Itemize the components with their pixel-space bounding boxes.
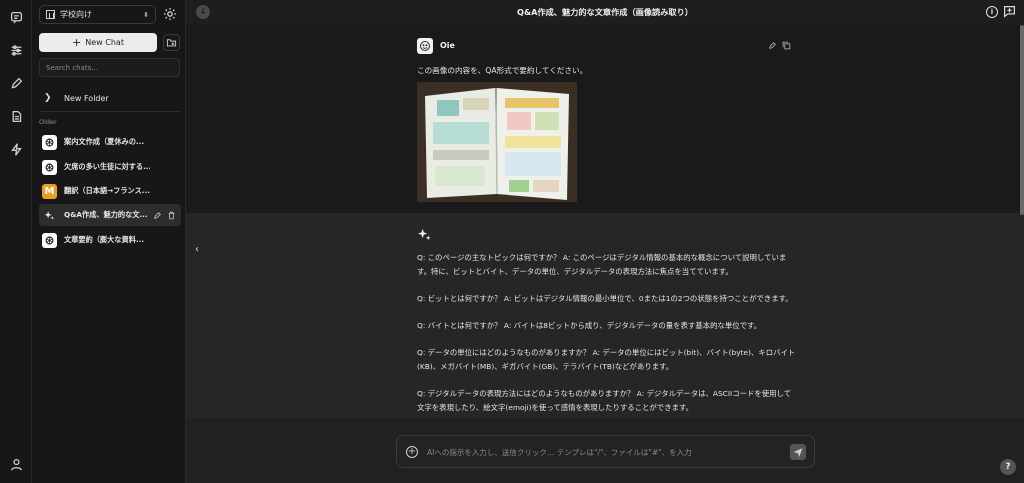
gear-icon[interactable] xyxy=(163,7,178,22)
workspace-label: 学校向け xyxy=(60,10,92,19)
new-chat-label: New Chat xyxy=(85,38,124,47)
message-composer[interactable]: + AIへの指示を入力し、送信クリック… テンプレは"/"、ファイルは"#"、を… xyxy=(396,435,815,468)
chat-icon[interactable] xyxy=(6,7,26,27)
assistant-message-body: Q: このページの主なトピックは何ですか？ A: このページはデジタル情報の基本… xyxy=(417,251,797,428)
chat-item-label: 翻訳（日本語→フランス... xyxy=(64,186,150,195)
user-message-text: この画像の内容を、QA形式で要約してください。 xyxy=(417,66,588,75)
openai-icon xyxy=(42,232,57,248)
updown-icon: ⬍ xyxy=(143,10,149,19)
chat-item-label: 欠席の多い生徒に対する... xyxy=(64,162,150,171)
user-icon[interactable] xyxy=(6,454,26,474)
folder-item[interactable]: ❯ New Folder xyxy=(39,90,180,106)
uploaded-textbook-photo[interactable] xyxy=(417,82,577,202)
section-label: Older xyxy=(39,118,57,126)
chat-item-active[interactable]: Q&A作成、魅力的な文... xyxy=(39,204,181,226)
message-input[interactable]: AIへの指示を入力し、送信クリック… テンプレは"/"、ファイルは"#"、を入力 xyxy=(427,447,692,458)
icon-rail xyxy=(0,0,32,483)
trash-icon[interactable] xyxy=(167,211,176,220)
sparkle-icon xyxy=(42,208,57,223)
divider xyxy=(39,111,180,112)
chat-item[interactable]: 案内文作成（夏休みの... xyxy=(39,131,181,153)
openai-icon xyxy=(42,134,57,150)
new-message-icon[interactable] xyxy=(1003,5,1017,19)
scrollbar[interactable] xyxy=(1020,25,1024,215)
document-icon[interactable] xyxy=(6,106,26,126)
qa-paragraph: Q: データの単位にはどのようなものがありますか？ A: データの単位にはビット… xyxy=(417,348,796,371)
user-name: Oie xyxy=(440,41,455,50)
send-button[interactable] xyxy=(790,444,806,460)
collapse-sidebar-icon[interactable]: ‹ xyxy=(195,244,199,255)
info-icon[interactable]: i xyxy=(986,6,998,18)
edit-icon[interactable] xyxy=(768,41,777,52)
sparkle-icon xyxy=(417,227,432,244)
qa-paragraph: Q: ビットとは何ですか？ A: ビットはデジタル情報の最小単位で、0または1の… xyxy=(417,294,793,303)
chat-item[interactable]: M 翻訳（日本語→フランス... xyxy=(39,180,181,202)
plus-icon: + xyxy=(72,36,82,49)
assistant-message: Q: このページの主なトピックは何ですか？ A: このページはデジタル情報の基本… xyxy=(186,213,1024,418)
send-icon xyxy=(793,448,803,457)
user-message: Oie この画像の内容を、QA形式で要約してください。 xyxy=(186,25,1024,213)
new-chat-button[interactable]: + New Chat xyxy=(39,33,157,52)
workspace-selector[interactable]: 学校向け ⬍ xyxy=(39,5,156,24)
chevron-right-icon: ❯ xyxy=(44,93,52,103)
sidebar: 学校向け ⬍ + New Chat Search chats... ❯ New … xyxy=(32,0,186,483)
copy-icon[interactable] xyxy=(782,41,791,52)
topbar: ↓ Q&A作成、魅力的な文章作成（画像読み取り） i xyxy=(186,0,1024,25)
smiley-avatar-icon xyxy=(417,38,433,54)
folder-label: New Folder xyxy=(64,93,109,103)
bolt-icon[interactable] xyxy=(6,139,26,159)
chat-item-label: Q&A作成、魅力的な文... xyxy=(64,210,148,219)
qa-paragraph: Q: デジタルデータの表現方法にはどのようなものがありますか？ A: デジタルデ… xyxy=(417,389,792,412)
chat-item-label: 文章要約（膨大な資料... xyxy=(64,235,145,244)
edit-icon[interactable] xyxy=(153,211,162,220)
sliders-icon[interactable] xyxy=(6,40,26,60)
chat-item[interactable]: 欠席の多い生徒に対する... xyxy=(39,156,181,178)
help-button[interactable]: ? xyxy=(1000,459,1016,475)
add-icon[interactable]: + xyxy=(406,446,418,458)
building-icon xyxy=(46,10,55,19)
folder-plus-icon xyxy=(166,39,177,47)
chat-item-label: 案内文作成（夏休みの... xyxy=(64,137,145,146)
pencil-icon[interactable] xyxy=(6,73,26,93)
qa-paragraph: Q: バイトとは何ですか？ A: バイトは8ビットから成り、デジタルデータの量を… xyxy=(417,321,762,330)
new-folder-button[interactable] xyxy=(163,34,180,51)
qa-paragraph: Q: このページの主なトピックは何ですか？ A: このページはデジタル情報の基本… xyxy=(417,253,787,276)
page-title: Q&A作成、魅力的な文章作成（画像読み取り） xyxy=(517,7,693,17)
chat-item[interactable]: 文章要約（膨大な資料... xyxy=(39,229,181,251)
search-input[interactable]: Search chats... xyxy=(39,58,180,77)
m-logo-icon: M xyxy=(42,183,57,199)
main-area: ↓ Q&A作成、魅力的な文章作成（画像読み取り） i Oie この画像の内容を、… xyxy=(186,0,1024,483)
openai-icon xyxy=(42,159,57,175)
